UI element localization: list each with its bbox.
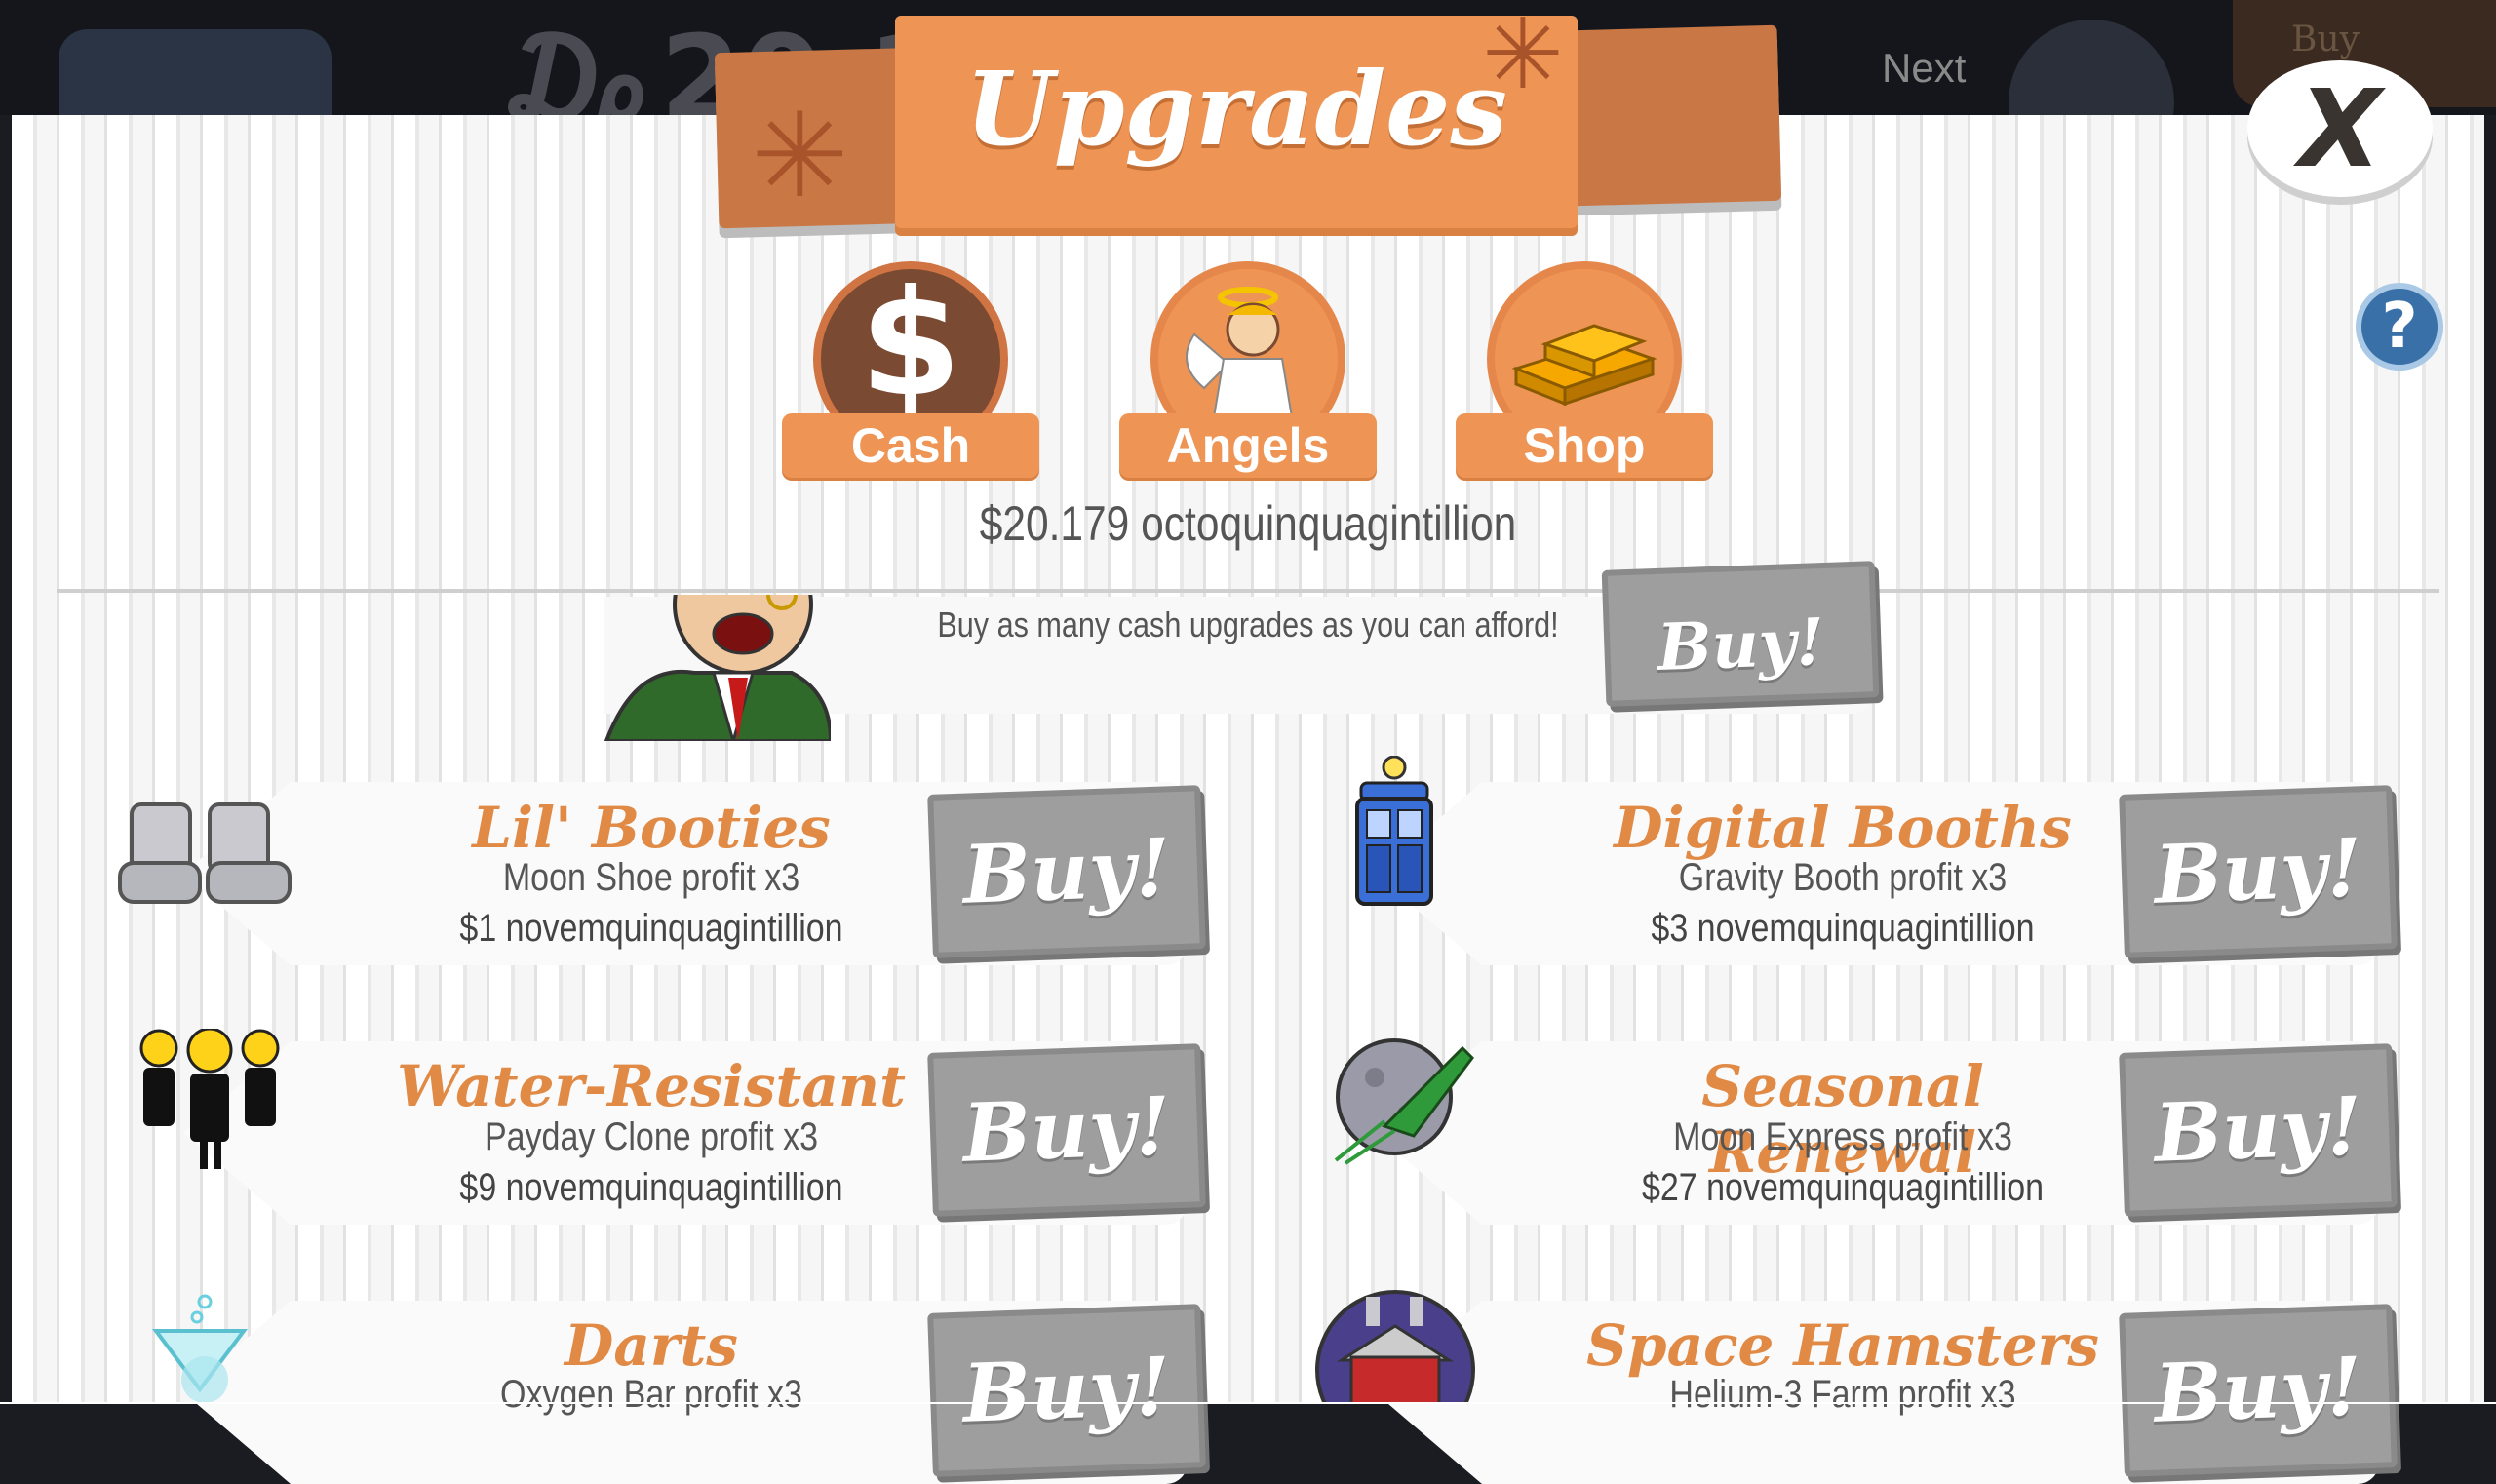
buy-button-label: Buy! <box>2153 821 2363 922</box>
help-button[interactable]: ? <box>2356 283 2443 371</box>
upgrade-desc: Helium-3 Farm profit x3 <box>1669 1373 2016 1416</box>
cocktail-icon <box>152 1294 248 1403</box>
upgrade-cost: $27 novemquinquagintillion <box>1641 1166 2045 1209</box>
planet-avatar <box>58 29 332 115</box>
phone-booth-icon <box>1355 756 1433 906</box>
buy-button[interactable]: Buy! <box>2119 785 2398 958</box>
upgrade-name: Digital Booths <box>1614 795 2072 861</box>
buy-button[interactable]: Buy! <box>2119 1304 2398 1477</box>
tab-cash[interactable]: $ Cash <box>782 259 1039 478</box>
star-decoration-icon: ✳ <box>1482 0 1564 109</box>
upgrade-cost: $1 novemquinquagintillion <box>459 907 843 950</box>
rocket-moon-icon <box>1334 1038 1474 1165</box>
help-icon: ? <box>2381 291 2418 363</box>
upgrade-desc: Moon Express profit x3 <box>1673 1115 2012 1158</box>
cash-balance: $20.179 octoquinquagintillion <box>979 496 1517 551</box>
upgrade-desc: Payday Clone profit x3 <box>484 1115 819 1158</box>
buy-all-button-label: Buy! <box>1656 604 1826 685</box>
dollar-icon: $ <box>859 259 962 429</box>
tab-shop-label: Shop <box>1456 413 1713 478</box>
page-title: Upgrades <box>965 49 1507 169</box>
buy-all-button[interactable]: Buy! <box>1601 561 1880 707</box>
tab-shop[interactable]: Shop <box>1456 261 1713 478</box>
upgrade-desc: Gravity Booth profit x3 <box>1678 856 2008 899</box>
buy-button-label: Buy! <box>961 1079 1172 1181</box>
angel-icon <box>1186 287 1294 418</box>
star-decoration-icon: ✳ <box>751 91 849 221</box>
close-icon: X <box>2298 66 2382 191</box>
gold-bars-icon <box>1511 324 1658 407</box>
clones-icon <box>139 1029 280 1169</box>
buy-button-label: Buy! <box>961 1340 1172 1441</box>
character-avatar[interactable] <box>2008 20 2174 115</box>
buy-button[interactable]: Buy! <box>927 1304 1206 1477</box>
upgrade-name: Lil' Booties <box>472 795 831 861</box>
moon-boots-icon <box>118 802 292 904</box>
tab-angels-label: Angels <box>1119 413 1377 478</box>
tab-cash-label: Cash <box>782 413 1039 478</box>
top-buy-label: Buy <box>2291 20 2360 59</box>
upgrade-name: Darts <box>565 1312 738 1379</box>
next-label[interactable]: Next <box>1882 45 1966 92</box>
upgrade-desc: Oxygen Bar profit x3 <box>500 1373 802 1416</box>
upgrade-name: Space Hamsters <box>1586 1312 2099 1379</box>
buy-all-desc: Buy as many cash upgrades as you can aff… <box>937 605 1559 644</box>
header-divider <box>57 589 2439 593</box>
buy-button[interactable]: Buy! <box>2119 1043 2398 1217</box>
upgrade-desc: Moon Shoe profit x3 <box>502 856 800 899</box>
close-button[interactable]: X <box>2247 60 2433 197</box>
buy-button[interactable]: Buy! <box>927 1043 1206 1217</box>
buy-button-label: Buy! <box>961 821 1172 922</box>
upgrade-name: Water-Resistant <box>397 1053 906 1119</box>
buy-button[interactable]: Buy! <box>927 785 1206 958</box>
tab-angels[interactable]: Angels <box>1119 261 1377 478</box>
upgrade-cost: $9 novemquinquagintillion <box>459 1166 843 1209</box>
upgrade-cost: $3 novemquinquagintillion <box>1651 907 2035 950</box>
tycoon-character-icon <box>604 595 831 741</box>
buy-button-label: Buy! <box>2153 1079 2363 1181</box>
buy-button-label: Buy! <box>2153 1340 2363 1441</box>
barn-dome-icon <box>1315 1290 1475 1404</box>
